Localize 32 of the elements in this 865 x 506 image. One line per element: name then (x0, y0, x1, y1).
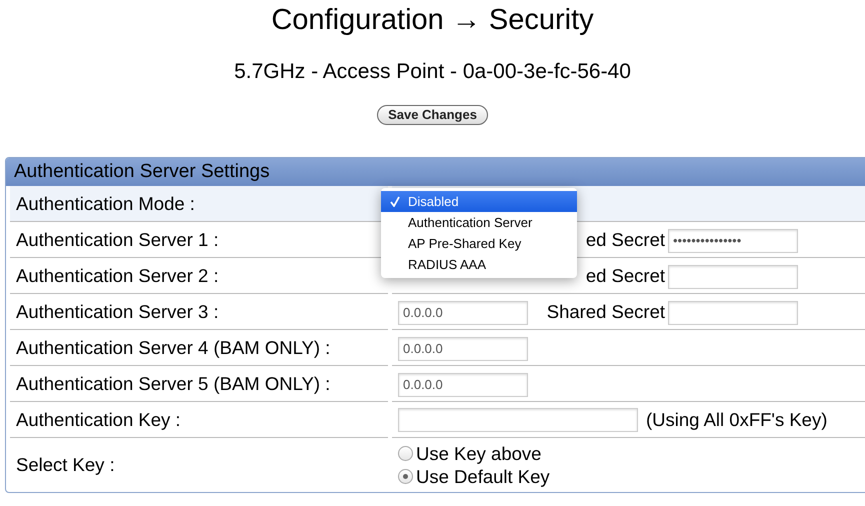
panel-header: Authentication Server Settings (6, 158, 865, 186)
shared-secret-field[interactable] (668, 264, 798, 289)
page-subtitle: 5.7GHz - Access Point - 0a-00-3e-fc-56-40 (233, 59, 632, 85)
shared-secret-field[interactable] (668, 300, 798, 325)
field-label: Authentication Server 2 : (16, 264, 219, 286)
ip-address-field[interactable]: 0.0.0.0 (398, 336, 528, 361)
ip-address-field[interactable]: 0.0.0.0 (398, 372, 528, 397)
key-field[interactable] (398, 408, 638, 432)
field-label: Authentication Key : (16, 408, 181, 430)
field-label: Authentication Server 1 : (16, 228, 219, 250)
field-label: ed Secret (586, 228, 665, 250)
save-changes-button[interactable]: Save Changes (377, 105, 488, 125)
dropdown-option[interactable]: Disabled (381, 191, 577, 212)
field-label: Shared Secret (546, 300, 665, 322)
key-note: (Using All 0xFF's Key) (646, 409, 828, 430)
field-label: Authentication Server 3 : (16, 300, 219, 322)
check-icon (390, 196, 400, 207)
field-label: Select Key : (16, 454, 115, 476)
dropdown-option[interactable]: RADIUS AAA (381, 254, 577, 275)
field-label: ed Secret (586, 264, 665, 286)
shared-secret-field[interactable]: ••••••••••••••• (668, 228, 798, 253)
field-label: Authentication Server 4 (BAM ONLY) : (16, 336, 330, 358)
radio-label: Use Key above (416, 442, 542, 465)
radio-label: Use Default Key (416, 465, 550, 488)
ip-address-field[interactable]: 0.0.0.0 (398, 300, 528, 325)
field-label: Authentication Mode : (16, 192, 195, 214)
field-label: Authentication Server 5 (BAM ONLY) : (16, 372, 330, 394)
dropdown-option[interactable]: AP Pre-Shared Key (381, 233, 577, 254)
radio-button[interactable] (398, 469, 413, 484)
radio-button[interactable] (398, 446, 413, 461)
page-title: Configuration → Security (270, 3, 595, 38)
dropdown-option[interactable]: Authentication Server (381, 212, 577, 233)
